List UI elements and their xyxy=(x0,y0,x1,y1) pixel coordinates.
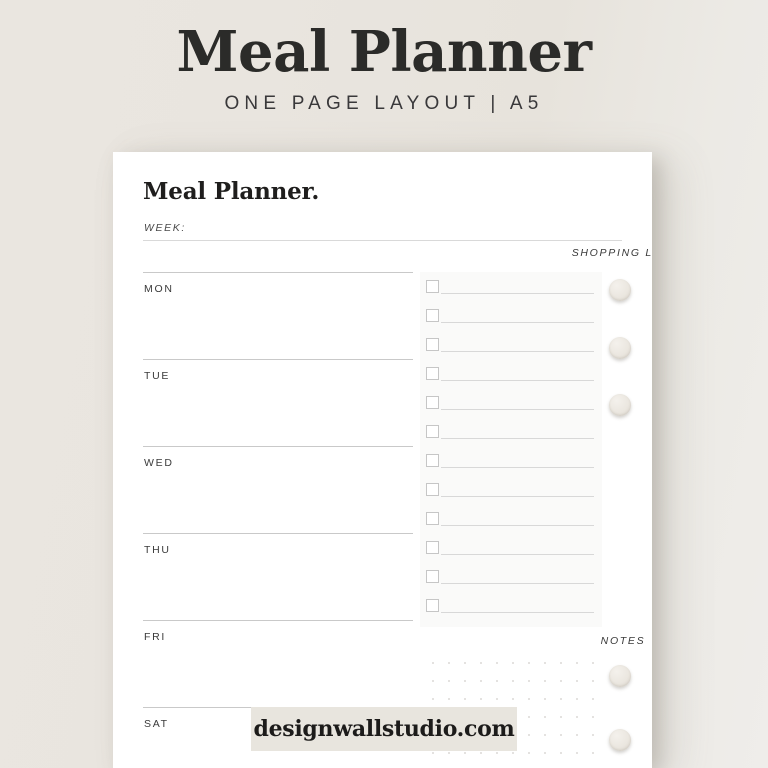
checkbox-icon[interactable] xyxy=(426,599,439,612)
planner-card-inner: Meal Planner. WEEK: MON TUE WED THU FRI SAT S… xyxy=(113,152,652,768)
binder-hole xyxy=(609,394,631,416)
shopping-list-write-line[interactable] xyxy=(441,380,594,381)
notes-title: NOTES xyxy=(600,635,646,647)
shopping-list-write-line[interactable] xyxy=(441,322,594,323)
day-label: TUE xyxy=(144,370,171,382)
shopping-list-write-line[interactable] xyxy=(441,409,594,410)
checkbox-icon[interactable] xyxy=(426,454,439,467)
checkbox-icon[interactable] xyxy=(426,309,439,322)
site-banner: designwallstudio.com xyxy=(251,707,517,751)
day-rule xyxy=(143,533,413,534)
shopping-list-row[interactable] xyxy=(420,483,602,503)
shopping-list-write-line[interactable] xyxy=(441,351,594,352)
shopping-list-row[interactable] xyxy=(420,454,602,474)
shopping-list-write-line[interactable] xyxy=(441,467,594,468)
shopping-list-row[interactable] xyxy=(420,367,602,387)
days-column: MON TUE WED THU FRI SAT xyxy=(113,152,413,768)
checkbox-icon[interactable] xyxy=(426,396,439,409)
shopping-list-write-line[interactable] xyxy=(441,583,594,584)
shopping-list-row[interactable] xyxy=(420,396,602,416)
shopping-list-panel xyxy=(420,272,602,627)
binder-hole xyxy=(609,337,631,359)
shopping-list-row[interactable] xyxy=(420,280,602,300)
poster-stage: Meal Planner ONE PAGE LAYOUT | A5 Meal P… xyxy=(0,0,768,768)
checkbox-icon[interactable] xyxy=(426,570,439,583)
shopping-list-row[interactable] xyxy=(420,309,602,329)
shopping-list-write-line[interactable] xyxy=(441,293,594,294)
binder-hole xyxy=(609,665,631,687)
day-label: WED xyxy=(144,457,174,469)
poster-header: Meal Planner ONE PAGE LAYOUT | A5 xyxy=(0,0,768,115)
shopping-list-row[interactable] xyxy=(420,425,602,445)
shopping-list-row[interactable] xyxy=(420,512,602,532)
shopping-list-title: SHOPPING LIST xyxy=(571,247,652,259)
site-banner-text: designwallstudio.com xyxy=(253,716,515,742)
shopping-list-row[interactable] xyxy=(420,570,602,590)
shopping-list-write-line[interactable] xyxy=(441,554,594,555)
day-label: SAT xyxy=(144,718,169,730)
day-rule xyxy=(143,446,413,447)
page-subtitle: ONE PAGE LAYOUT | A5 xyxy=(224,92,544,114)
checkbox-icon[interactable] xyxy=(426,512,439,525)
shopping-list-row[interactable] xyxy=(420,338,602,358)
day-rule xyxy=(143,359,413,360)
day-rule xyxy=(143,620,413,621)
shopping-list-write-line[interactable] xyxy=(441,438,594,439)
checkbox-icon[interactable] xyxy=(426,425,439,438)
page-title: Meal Planner xyxy=(176,19,592,85)
planner-card: Meal Planner. WEEK: MON TUE WED THU FRI SAT S… xyxy=(113,152,652,768)
checkbox-icon[interactable] xyxy=(426,338,439,351)
checkbox-icon[interactable] xyxy=(426,367,439,380)
shopping-list-write-line[interactable] xyxy=(441,525,594,526)
shopping-list-write-line[interactable] xyxy=(441,612,594,613)
shopping-list-write-line[interactable] xyxy=(441,496,594,497)
checkbox-icon[interactable] xyxy=(426,483,439,496)
binder-hole xyxy=(609,729,631,751)
day-rule xyxy=(143,272,413,273)
shopping-list-row[interactable] xyxy=(420,541,602,561)
shopping-list-row[interactable] xyxy=(420,599,602,619)
day-label: THU xyxy=(144,544,171,556)
binder-hole xyxy=(609,279,631,301)
day-label: FRI xyxy=(144,631,167,643)
checkbox-icon[interactable] xyxy=(426,280,439,293)
day-label: MON xyxy=(144,283,174,295)
checkbox-icon[interactable] xyxy=(426,541,439,554)
